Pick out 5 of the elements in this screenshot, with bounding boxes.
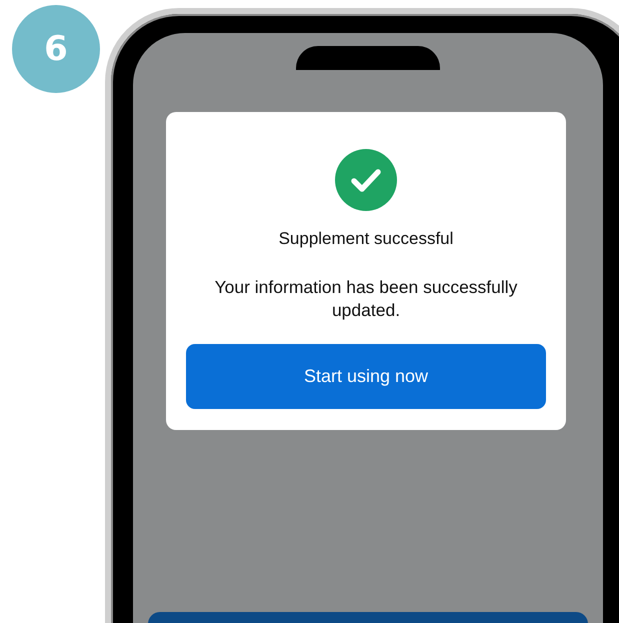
start-button[interactable]: Start using now	[186, 344, 546, 409]
dialog-message: Your information has been successfully updated.	[214, 276, 518, 322]
success-check-icon	[335, 149, 397, 211]
step-badge: 6	[12, 5, 100, 93]
dialog-title: Supplement successful	[278, 229, 454, 249]
